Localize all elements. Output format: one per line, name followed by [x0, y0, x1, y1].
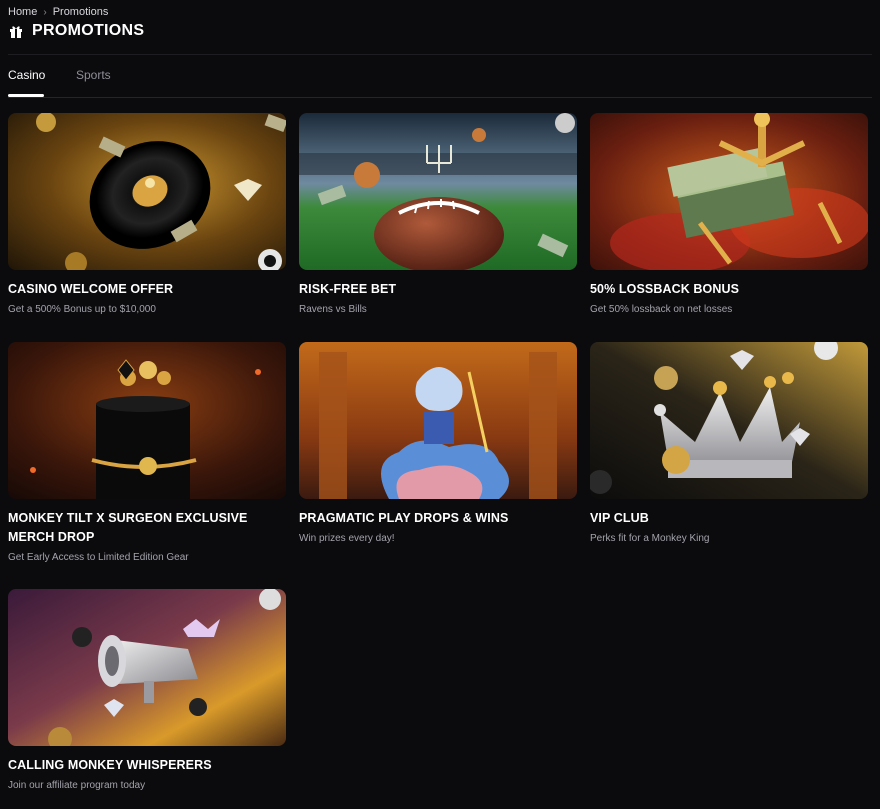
gift-icon: [8, 23, 24, 39]
title-divider: [8, 54, 872, 55]
promo-title[interactable]: RISK-FREE BET: [299, 280, 577, 299]
promo-subtitle: Get 50% lossback on net losses: [590, 304, 733, 315]
promo-title[interactable]: MONKEY TILT X SURGEON EXCLUSIVE MERCH DR…: [8, 509, 286, 547]
promo-image-crown[interactable]: [590, 342, 868, 499]
promo-title[interactable]: PRAGMATIC PLAY DROPS & WINS: [299, 509, 577, 528]
breadcrumb-current: Promotions: [52, 6, 109, 18]
tab-sports[interactable]: Sports: [76, 68, 111, 82]
tab-casino[interactable]: Casino: [8, 68, 45, 82]
breadcrumb-home-link[interactable]: Home: [8, 6, 37, 18]
promo-subtitle: Get a 500% Bonus up to $10,000: [8, 304, 156, 315]
promo-subtitle: Ravens vs Bills: [299, 304, 367, 315]
promo-card-merch-drop[interactable]: MONKEY TILT X SURGEON EXCLUSIVE MERCH DR…: [8, 342, 286, 564]
active-tab-indicator: [8, 94, 44, 97]
breadcrumb: Home › Promotions: [8, 6, 108, 18]
promo-image-football[interactable]: [299, 113, 577, 270]
promo-card-affiliate[interactable]: CALLING MONKEY WHISPERERS Join our affil…: [8, 589, 286, 792]
promo-subtitle: Join our affiliate program today: [8, 780, 146, 791]
page-title: PROMOTIONS: [32, 22, 145, 39]
promo-card-casino-welcome[interactable]: CASINO WELCOME OFFER Get a 500% Bonus up…: [8, 113, 286, 316]
page-title-row: PROMOTIONS: [8, 22, 144, 40]
promo-title[interactable]: CALLING MONKEY WHISPERERS: [8, 756, 286, 775]
promo-title[interactable]: CASINO WELCOME OFFER: [8, 280, 286, 299]
promo-card-pragmatic[interactable]: PRAGMATIC PLAY DROPS & WINS Win prizes e…: [299, 342, 577, 545]
promo-subtitle: Get Early Access to Limited Edition Gear: [8, 552, 189, 563]
promo-card-vip-club[interactable]: VIP CLUB Perks fit for a Monkey King: [590, 342, 868, 545]
promo-subtitle: Perks fit for a Monkey King: [590, 533, 710, 544]
promo-image-megaphone[interactable]: [8, 589, 286, 746]
breadcrumb-separator: ›: [43, 6, 47, 18]
tab-sports-label: Sports: [76, 68, 111, 82]
promotion-tabs: Casino Sports: [8, 64, 872, 98]
promo-card-lossback[interactable]: 50% LOSSBACK BONUS Get 50% lossback on n…: [590, 113, 868, 316]
promo-image-roulette[interactable]: [8, 113, 286, 270]
tab-casino-label: Casino: [8, 68, 46, 82]
promo-title[interactable]: VIP CLUB: [590, 509, 868, 528]
promo-card-risk-free-bet[interactable]: RISK-FREE BET Ravens vs Bills: [299, 113, 577, 316]
promo-image-zeus[interactable]: [299, 342, 577, 499]
promo-image-jewelry[interactable]: [8, 342, 286, 499]
promo-title[interactable]: 50% LOSSBACK BONUS: [590, 280, 868, 299]
promo-image-cash-stack[interactable]: [590, 113, 868, 270]
promo-subtitle: Win prizes every day!: [299, 533, 395, 544]
